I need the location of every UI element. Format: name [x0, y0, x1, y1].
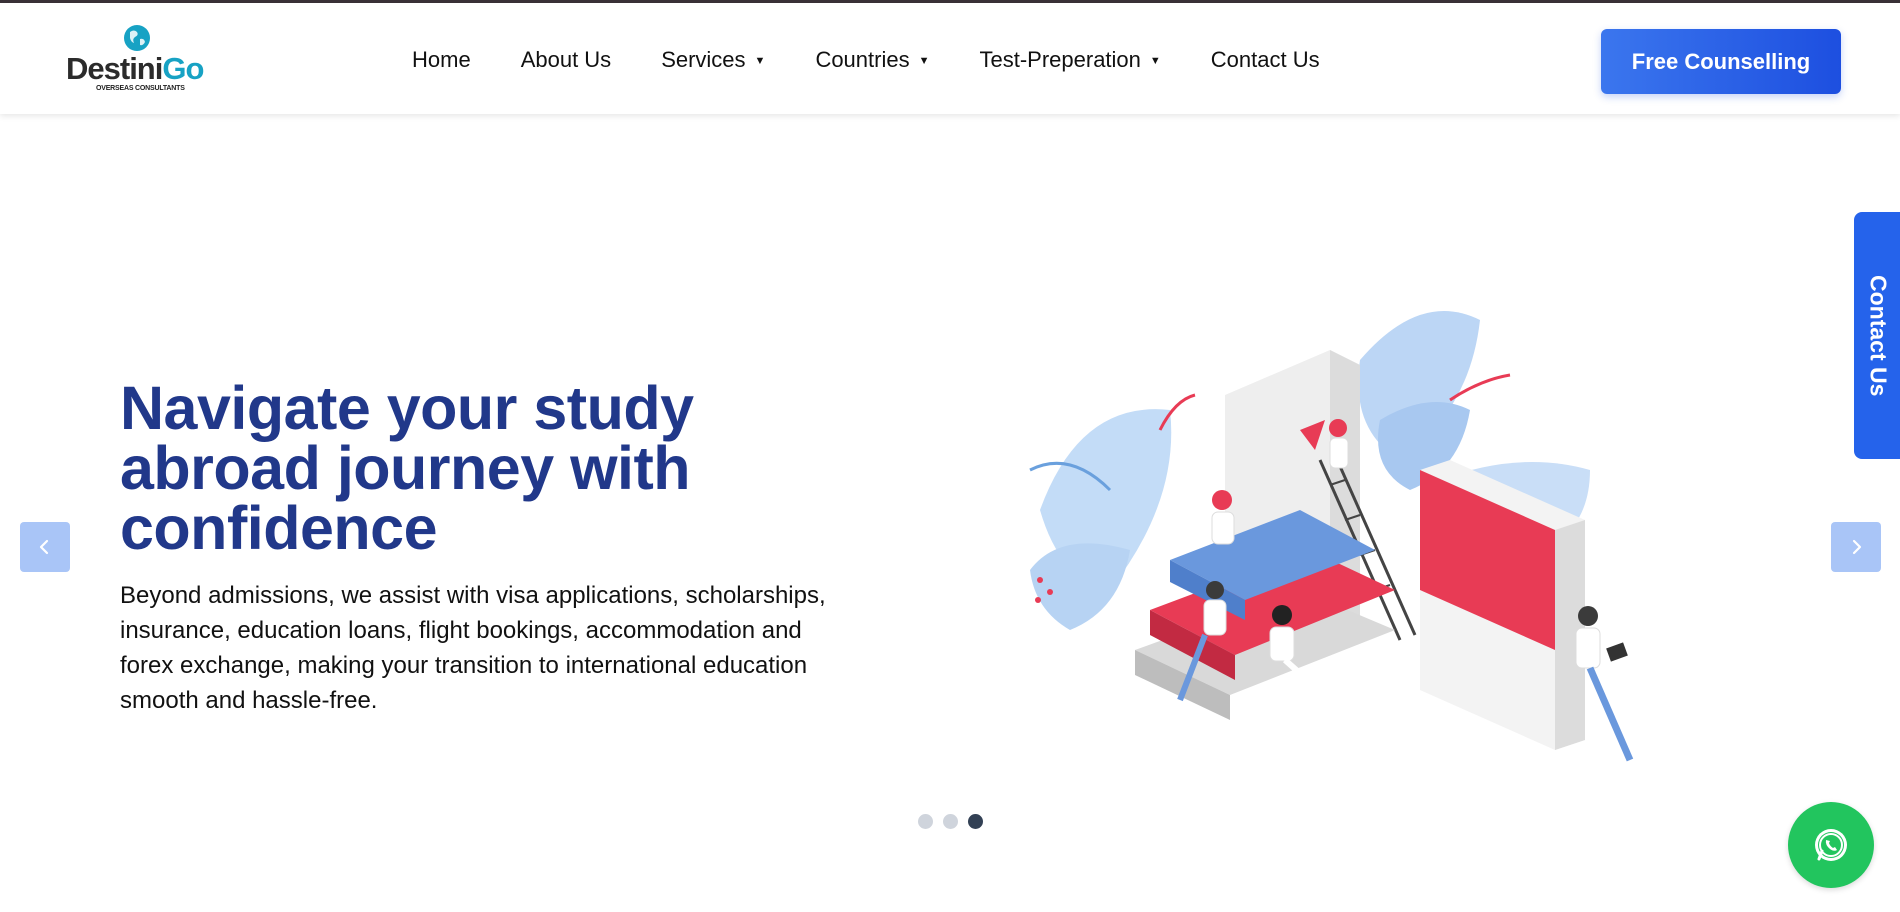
- nav-about-us[interactable]: About Us: [521, 47, 612, 73]
- whatsapp-button[interactable]: [1788, 802, 1874, 888]
- caret-down-icon: ▼: [918, 55, 930, 67]
- carousel-dot-1[interactable]: [918, 814, 933, 829]
- carousel-prev-button[interactable]: [20, 522, 70, 572]
- caret-down-icon: ▼: [754, 55, 766, 67]
- side-tab-label: Contact Us: [1865, 274, 1892, 397]
- main-nav: Home About Us Services ▼ Countries ▼ Test-…: [412, 47, 1320, 73]
- carousel-indicators: [918, 814, 993, 829]
- contact-us-side-tab[interactable]: Contact Us: [1854, 212, 1900, 459]
- chevron-left-icon: [39, 539, 49, 555]
- nav-home[interactable]: Home: [412, 47, 471, 73]
- globe-icon: [124, 25, 150, 51]
- whatsapp-icon: [1815, 829, 1847, 861]
- hero-illustration: [1029, 311, 1634, 762]
- logo-wordmark: DestiniGo: [66, 51, 204, 86]
- logo-tagline: OVERSEAS CONSULTANTS: [96, 85, 185, 92]
- hero-description: Beyond admissions, we assist with visa a…: [120, 582, 826, 714]
- nav-contact-us[interactable]: Contact Us: [1211, 47, 1320, 73]
- brand-logo[interactable]: DestiniGo OVERSEAS CONSULTANTS: [66, 21, 206, 97]
- carousel-dot-2[interactable]: [943, 814, 958, 829]
- nav-countries[interactable]: Countries ▼: [815, 47, 929, 73]
- caret-down-icon: ▼: [1149, 55, 1161, 67]
- chevron-right-icon: [1852, 539, 1862, 555]
- carousel-next-button[interactable]: [1831, 522, 1881, 572]
- hero-title: Navigate your study abroad journey with …: [120, 374, 694, 562]
- carousel-dot-3[interactable]: [968, 814, 983, 829]
- site-header: DestiniGo OVERSEAS CONSULTANTS Home Abou…: [0, 3, 1900, 114]
- nav-test-preperation[interactable]: Test-Preperation ▼: [979, 47, 1160, 73]
- nav-services[interactable]: Services ▼: [661, 47, 765, 73]
- free-counselling-button[interactable]: Free Counselling: [1601, 29, 1841, 94]
